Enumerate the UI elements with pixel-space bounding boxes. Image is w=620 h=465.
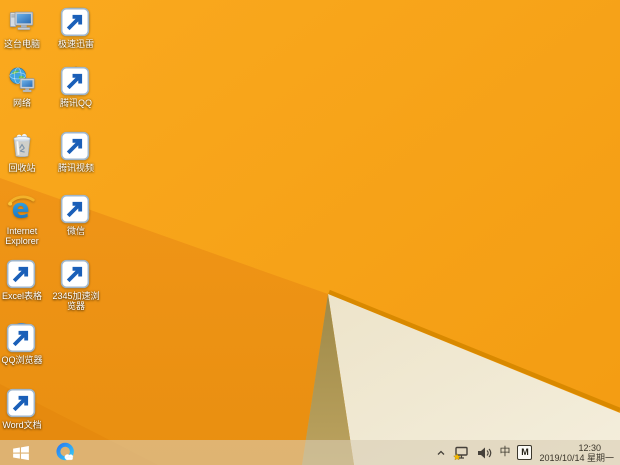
desktop-icon-qq-browser[interactable]: QQ浏览器 xyxy=(0,322,49,365)
ime-mode-indicator[interactable]: 中 xyxy=(499,447,510,458)
ime-badge[interactable]: M xyxy=(517,445,533,460)
taskbar-clock[interactable]: 12:30 2019/10/14 星期一 xyxy=(539,443,616,463)
shortcut-arrow-icon xyxy=(60,7,90,37)
desktop-icon-label: Word文档 xyxy=(2,420,42,430)
desktop-icon-label: 2345加速浏 览器 xyxy=(52,291,100,311)
shortcut-arrow-icon xyxy=(60,66,90,96)
desktop-icon-label: 回收站 xyxy=(8,163,36,173)
desktop-icon-word[interactable]: Word文档 xyxy=(0,387,49,430)
shortcut-arrow-icon xyxy=(60,131,90,161)
clock-date: 2019/10/14 星期一 xyxy=(539,452,614,463)
network-status-icon[interactable] xyxy=(453,445,469,461)
desktop-icon-2345-browser[interactable]: 2345加速浏 览器 xyxy=(49,258,103,311)
desktop-icon-network[interactable]: 网络 xyxy=(0,65,49,108)
desktop-icon-label: 腾讯视频 xyxy=(57,163,94,173)
desktop-icon-label: Excel表格 xyxy=(1,291,42,301)
qq-browser-icon xyxy=(55,442,76,463)
volume-icon[interactable] xyxy=(476,445,492,461)
desktop-icon-tencent-qq[interactable]: 腾讯QQ xyxy=(49,65,103,108)
this-pc-icon xyxy=(7,6,37,36)
desktop-icon-label: Internet Explorer xyxy=(5,226,39,246)
desktop-icon-tencent-video[interactable]: 腾讯视频 xyxy=(49,130,103,173)
network-icon xyxy=(7,65,37,95)
start-button[interactable] xyxy=(8,443,34,462)
desktop-icon-label: 微信 xyxy=(66,226,85,236)
recycle-bin-icon xyxy=(7,130,37,160)
desktop: 这台电脑 极速迅雷 网络 腾讯QQ 回收站 腾讯视频 Internet Expl… xyxy=(0,0,620,465)
desktop-icon-label: 网络 xyxy=(12,98,31,108)
shortcut-arrow-icon xyxy=(60,259,90,289)
taskbar: 中 M 12:30 2019/10/14 星期一 xyxy=(0,440,620,465)
desktop-icon-recycle-bin[interactable]: 回收站 xyxy=(0,130,49,173)
desktop-icon-label: 极速迅雷 xyxy=(57,39,94,49)
shortcut-arrow-icon xyxy=(60,194,90,224)
desktop-icon-label: 腾讯QQ xyxy=(59,98,92,108)
desktop-icon-internet-explorer[interactable]: Internet Explorer xyxy=(0,193,49,246)
desktop-icon-excel[interactable]: Excel表格 xyxy=(0,258,49,301)
desktop-icon-this-pc[interactable]: 这台电脑 xyxy=(0,6,49,49)
desktop-icon-label: 这台电脑 xyxy=(3,39,40,49)
shortcut-arrow-icon xyxy=(6,323,36,353)
windows-logo-icon xyxy=(12,444,30,462)
desktop-icon-xunlei[interactable]: 极速迅雷 xyxy=(49,6,103,49)
internet-explorer-icon xyxy=(7,193,37,223)
shortcut-arrow-icon xyxy=(6,259,36,289)
taskbar-qq-browser-button[interactable] xyxy=(52,441,78,464)
desktop-icon-wechat[interactable]: 微信 xyxy=(49,193,103,236)
desktop-icon-label: QQ浏览器 xyxy=(1,355,43,365)
clock-time: 12:30 xyxy=(578,442,601,453)
shortcut-arrow-icon xyxy=(6,388,36,418)
system-tray: 中 M 12:30 2019/10/14 星期一 xyxy=(436,440,616,465)
show-hidden-icons-button[interactable] xyxy=(436,448,446,457)
